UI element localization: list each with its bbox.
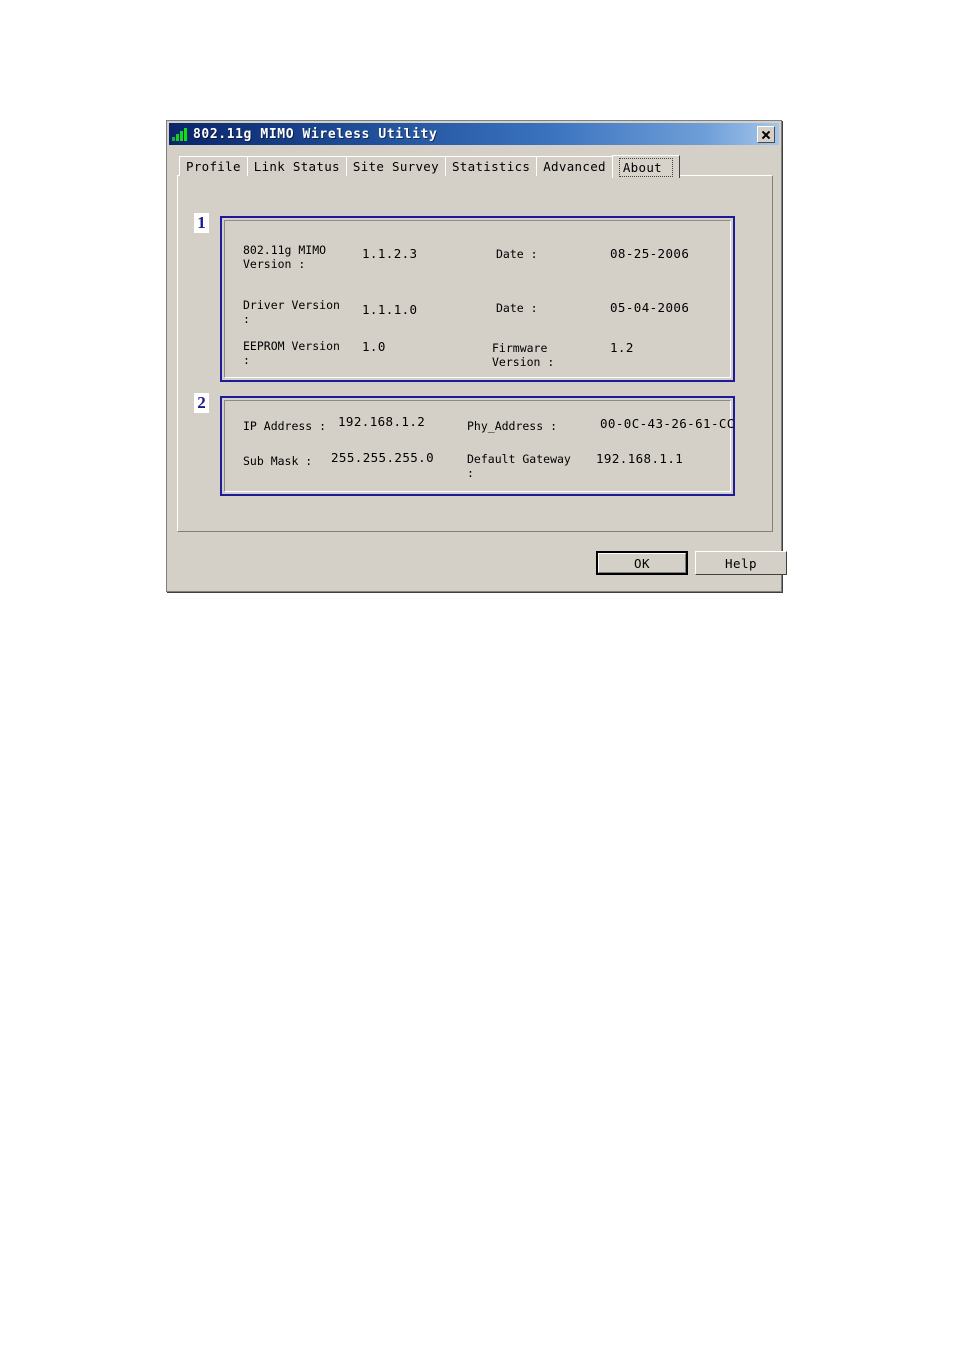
help-button-label: Help xyxy=(724,555,758,571)
driver-date-value: 05-04-2006 xyxy=(610,300,690,315)
callout-marker-1: 1 xyxy=(194,213,209,233)
eeprom-version-value: 1.0 xyxy=(362,339,386,354)
phy-address-value: 00-0C-43-26-61-CC xyxy=(600,416,735,431)
tab-strip: Profile Link Status Site Survey Statisti… xyxy=(179,154,680,178)
help-button[interactable]: Help xyxy=(695,551,787,575)
driver-version-value: 1.1.1.0 xyxy=(362,302,418,317)
mimo-version-value: 1.1.2.3 xyxy=(362,246,418,261)
sub-mask-value: 255.255.255.0 xyxy=(331,450,435,465)
tab-about-label: About xyxy=(618,157,673,177)
tab-statistics[interactable]: Statistics xyxy=(444,156,538,176)
tab-link-status[interactable]: Link Status xyxy=(246,156,347,176)
button-bar-separator xyxy=(171,667,777,668)
ip-address-value: 192.168.1.2 xyxy=(338,414,426,429)
sub-mask-label: Sub Mask : xyxy=(243,454,313,468)
ip-address-label: IP Address : xyxy=(243,419,327,433)
firmware-version-value: 1.2 xyxy=(610,340,634,355)
default-gateway-label: Default Gateway : xyxy=(467,452,571,480)
tab-site-survey[interactable]: Site Survey xyxy=(345,156,446,176)
window-title: 802.11g MIMO Wireless Utility xyxy=(193,126,438,142)
default-gateway-value: 192.168.1.1 xyxy=(596,451,684,466)
mimo-date-value: 08-25-2006 xyxy=(610,246,690,261)
tab-profile[interactable]: Profile xyxy=(179,156,248,176)
tab-statistics-label: Statistics xyxy=(451,159,531,174)
driver-version-label: Driver Version : xyxy=(243,298,340,326)
firmware-version-label: Firmware Version : xyxy=(492,341,555,369)
signal-bars-icon xyxy=(172,127,188,141)
tab-site-survey-label: Site Survey xyxy=(352,159,439,174)
tab-about[interactable]: About xyxy=(611,155,680,178)
network-info-panel xyxy=(220,396,735,496)
tab-advanced-label: Advanced xyxy=(543,159,606,174)
close-icon[interactable] xyxy=(757,125,775,143)
tab-profile-label: Profile xyxy=(186,159,241,174)
mimo-date-label: Date : xyxy=(496,247,538,261)
title-bar: 802.11g MIMO Wireless Utility xyxy=(169,123,779,145)
driver-date-label: Date : xyxy=(496,301,538,315)
tab-link-status-label: Link Status xyxy=(253,159,340,174)
tab-advanced[interactable]: Advanced xyxy=(536,156,613,176)
phy-address-label: Phy_Address : xyxy=(467,419,558,433)
eeprom-version-label: EEPROM Version : xyxy=(243,339,340,367)
ok-button-label: OK xyxy=(633,555,651,571)
ok-button[interactable]: OK xyxy=(596,551,688,575)
callout-marker-2: 2 xyxy=(194,393,209,413)
mimo-version-label: 802.11g MIMO Version : xyxy=(243,243,327,271)
